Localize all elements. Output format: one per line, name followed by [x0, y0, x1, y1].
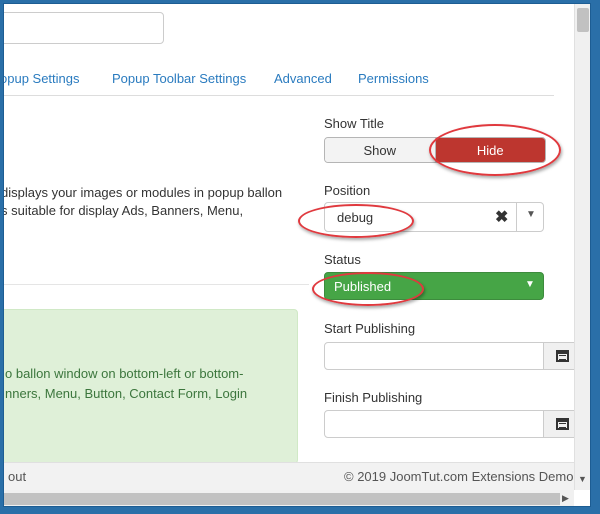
tab-popup-toolbar-settings[interactable]: Popup Toolbar Settings — [112, 71, 246, 86]
alert-line: nners, Menu, Button, Contact Form, Login — [5, 386, 248, 401]
alert-line: o ballon window on bottom-left or bottom… — [5, 366, 244, 381]
start-publishing-input[interactable] — [324, 342, 544, 370]
description-line: s suitable for display Ads, Banners, Men… — [3, 203, 244, 218]
scroll-right-arrow-icon[interactable]: ▶ — [562, 493, 569, 504]
info-alert: o ballon window on bottom-left or bottom… — [4, 309, 298, 464]
window-frame: opup Settings Popup Toolbar Settings Adv… — [3, 3, 591, 507]
position-label: Position — [324, 183, 371, 198]
clear-icon[interactable]: ✖ — [495, 207, 508, 227]
position-value: debug — [337, 210, 374, 225]
calendar-icon — [556, 418, 569, 430]
tab-advanced[interactable]: Advanced — [274, 71, 332, 86]
calendar-icon — [556, 350, 569, 362]
horizontal-scrollbar[interactable] — [4, 490, 574, 506]
start-publishing-label: Start Publishing — [324, 321, 416, 336]
position-select[interactable]: debug ✖ ▼ — [324, 202, 544, 232]
description-line: displays your images or modules in popup… — [3, 185, 283, 200]
status-select[interactable]: Published ▼ — [324, 272, 544, 300]
select-separator — [516, 203, 517, 231]
show-title-label: Show Title — [324, 116, 384, 131]
finish-publishing-input[interactable] — [324, 410, 544, 438]
show-title-toggle: Show Hide — [324, 137, 546, 163]
footer: out © 2019 JoomTut.com Extensions Demo — [4, 462, 574, 490]
show-button[interactable]: Show — [325, 138, 436, 162]
vertical-scrollbar[interactable] — [574, 4, 590, 490]
tab-popup-settings[interactable]: opup Settings — [4, 71, 80, 86]
scrollbar-thumb[interactable] — [577, 8, 589, 32]
chevron-down-icon[interactable]: ▼ — [526, 209, 536, 220]
footer-left-text: out — [8, 469, 27, 484]
finish-publishing-label: Finish Publishing — [324, 390, 423, 405]
chevron-down-icon[interactable]: ▼ — [525, 279, 535, 290]
divider — [4, 284, 309, 285]
status-label: Status — [324, 252, 361, 267]
tab-bar: opup Settings Popup Toolbar Settings Adv… — [4, 66, 554, 96]
alert-text: o ballon window on bottom-left or bottom… — [5, 364, 305, 404]
hide-button[interactable]: Hide — [435, 138, 545, 162]
module-description: displays your images or modules in popup… — [3, 184, 301, 220]
title-input[interactable] — [4, 12, 164, 44]
status-value: Published — [334, 279, 392, 294]
copyright-text: © 2019 JoomTut.com Extensions Demo — [344, 469, 574, 484]
scrollbar-thumb[interactable] — [4, 493, 560, 505]
tab-permissions[interactable]: Permissions — [358, 71, 429, 86]
scroll-down-arrow-icon[interactable]: ▼ — [578, 474, 587, 484]
